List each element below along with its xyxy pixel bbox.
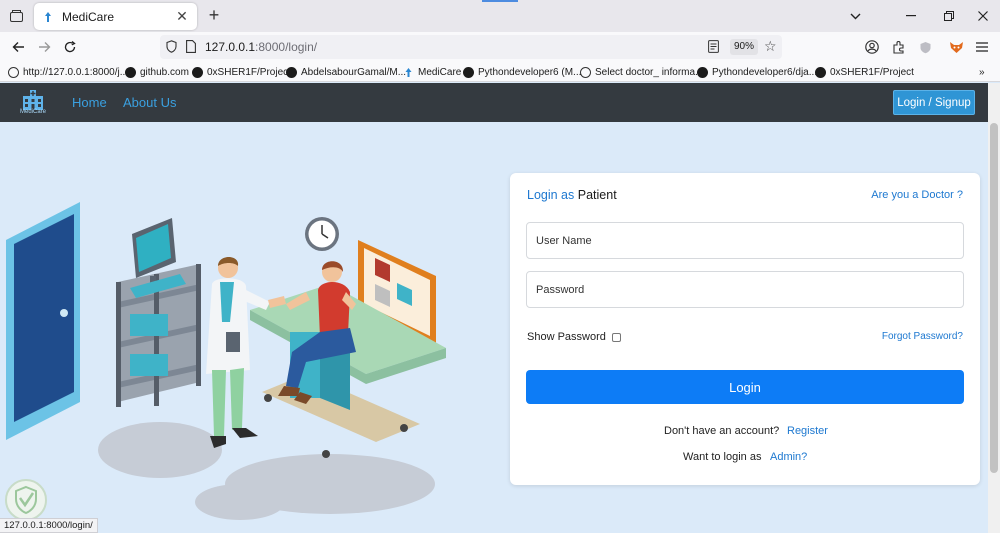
back-icon[interactable] bbox=[8, 37, 28, 57]
register-link[interactable]: Register bbox=[787, 425, 828, 437]
bookmarks-bar: http://127.0.0.1:8000/j... github.com 0x… bbox=[0, 62, 1000, 82]
scrollbar-thumb[interactable] bbox=[990, 123, 998, 473]
reader-view-icon[interactable] bbox=[708, 40, 719, 53]
browser-tab-medicare[interactable]: MediCare ✕ bbox=[34, 3, 197, 30]
github-icon bbox=[697, 66, 708, 78]
site-navbar: MediCare Home About Us Login / Signup bbox=[0, 83, 988, 122]
tab-title: MediCare bbox=[62, 9, 115, 24]
bookmark-item[interactable]: AbdelsabourGamal/M... bbox=[286, 65, 406, 79]
shield-extension-icon[interactable] bbox=[915, 37, 935, 57]
url-text[interactable]: 127.0.0.1:8000/login/ bbox=[205, 40, 317, 54]
restore-icon[interactable] bbox=[939, 6, 959, 26]
url-path: :8000/login/ bbox=[255, 40, 318, 54]
page-scrollbar[interactable] bbox=[988, 83, 1000, 533]
page-content: Login as Patient Are you a Doctor ? User… bbox=[0, 122, 988, 533]
no-account-text: Don't have an account? bbox=[664, 425, 780, 437]
login-card-title: Login as Patient bbox=[527, 188, 617, 202]
github-icon bbox=[192, 66, 203, 78]
monitor-illustration bbox=[130, 218, 186, 298]
password-input[interactable]: Password bbox=[526, 271, 964, 308]
bookmark-star-icon[interactable]: ☆ bbox=[764, 38, 777, 55]
nav-home-link[interactable]: Home bbox=[72, 95, 107, 110]
forward-icon[interactable] bbox=[34, 37, 54, 57]
shield-icon[interactable] bbox=[166, 40, 177, 53]
watermark-logo-icon bbox=[5, 479, 47, 521]
github-icon bbox=[286, 66, 297, 78]
github-icon bbox=[815, 66, 826, 78]
bookmark-item[interactable]: 0xSHER1F/Project bbox=[192, 65, 291, 79]
bookmark-label: github.com bbox=[140, 66, 189, 78]
bookmarks-overflow-icon[interactable]: » bbox=[979, 65, 985, 79]
bookmark-item[interactable]: Pythondeveloper6/dja... bbox=[697, 65, 817, 79]
admin-login-link[interactable]: Admin? bbox=[770, 451, 807, 463]
bookmark-label: http://127.0.0.1:8000/j... bbox=[23, 66, 129, 78]
clinic-illustration bbox=[6, 202, 446, 520]
account-icon[interactable] bbox=[862, 37, 882, 57]
brand-text: MediCare bbox=[19, 109, 46, 115]
show-password-label: Show Password bbox=[527, 331, 606, 343]
forgot-password-link[interactable]: Forgot Password? bbox=[882, 331, 963, 342]
nav-about-link[interactable]: About Us bbox=[123, 95, 176, 110]
login-role-label: Patient bbox=[577, 188, 617, 202]
login-as-text: Want to login as bbox=[683, 451, 762, 463]
status-bar-url: 127.0.0.1:8000/login/ bbox=[0, 518, 98, 533]
medicare-favicon-icon bbox=[45, 11, 51, 22]
bookmark-item[interactable]: 0xSHER1F/Project bbox=[815, 65, 914, 79]
show-password-toggle[interactable]: Show Password bbox=[527, 331, 621, 343]
doctor-illustration bbox=[206, 257, 286, 448]
bookmark-item[interactable]: Select doctor_ informa... bbox=[580, 65, 703, 79]
medicare-icon bbox=[405, 67, 412, 77]
extensions-icon[interactable] bbox=[888, 37, 908, 57]
globe-icon bbox=[8, 66, 19, 78]
bookmark-label: AbdelsabourGamal/M... bbox=[301, 66, 407, 78]
page-icon[interactable] bbox=[186, 40, 196, 53]
login-as-label: Login as bbox=[527, 188, 575, 202]
show-password-checkbox[interactable] bbox=[611, 332, 621, 342]
url-bar[interactable]: 127.0.0.1:8000/login/ 90% ☆ bbox=[160, 35, 782, 59]
url-host: 127.0.0.1 bbox=[205, 40, 256, 54]
github-icon bbox=[463, 66, 474, 78]
login-signup-button[interactable]: Login / Signup bbox=[893, 90, 975, 115]
tab-close-icon[interactable]: ✕ bbox=[175, 8, 189, 25]
new-tab-icon[interactable]: + bbox=[204, 6, 224, 26]
login-button[interactable]: Login bbox=[526, 370, 964, 404]
login-card: Login as Patient Are you a Doctor ? User… bbox=[510, 173, 980, 485]
tab-strip-indicator bbox=[482, 0, 518, 2]
browser-tab-bar: MediCare ✕ + bbox=[0, 0, 1000, 32]
bookmark-label: MediCare bbox=[418, 66, 462, 78]
github-icon bbox=[125, 66, 136, 78]
bookmark-label: Pythondeveloper6/dja... bbox=[712, 66, 818, 78]
bookmark-item[interactable]: http://127.0.0.1:8000/j... bbox=[8, 65, 128, 79]
clock-illustration bbox=[305, 217, 339, 251]
close-window-icon[interactable] bbox=[973, 6, 993, 26]
bookmark-label: 0xSHER1F/Project bbox=[207, 66, 291, 78]
menu-hamburger-icon[interactable] bbox=[972, 37, 992, 57]
bookmark-item[interactable]: github.com bbox=[125, 65, 189, 79]
bookmark-item[interactable]: Pythondeveloper6 (M... bbox=[463, 65, 581, 79]
bookmark-label: Select doctor_ informa... bbox=[595, 66, 704, 78]
bookmark-label: Pythondeveloper6 (M... bbox=[478, 66, 582, 78]
bookmark-item[interactable]: MediCare bbox=[403, 65, 461, 79]
tab-overflow-chevron-icon[interactable] bbox=[845, 6, 865, 26]
reload-icon[interactable] bbox=[60, 37, 80, 57]
doctor-login-link[interactable]: Are you a Doctor ? bbox=[871, 189, 963, 201]
fox-extension-icon[interactable] bbox=[946, 37, 966, 57]
tab-list-icon[interactable] bbox=[6, 6, 26, 26]
browser-nav-bar: 127.0.0.1:8000/login/ 90% ☆ bbox=[0, 32, 1000, 62]
minimize-icon[interactable] bbox=[901, 6, 921, 26]
username-input[interactable]: User Name bbox=[526, 222, 964, 259]
bookmark-label: 0xSHER1F/Project bbox=[830, 66, 914, 78]
zoom-level-badge[interactable]: 90% bbox=[730, 39, 759, 55]
globe-icon bbox=[580, 66, 591, 78]
